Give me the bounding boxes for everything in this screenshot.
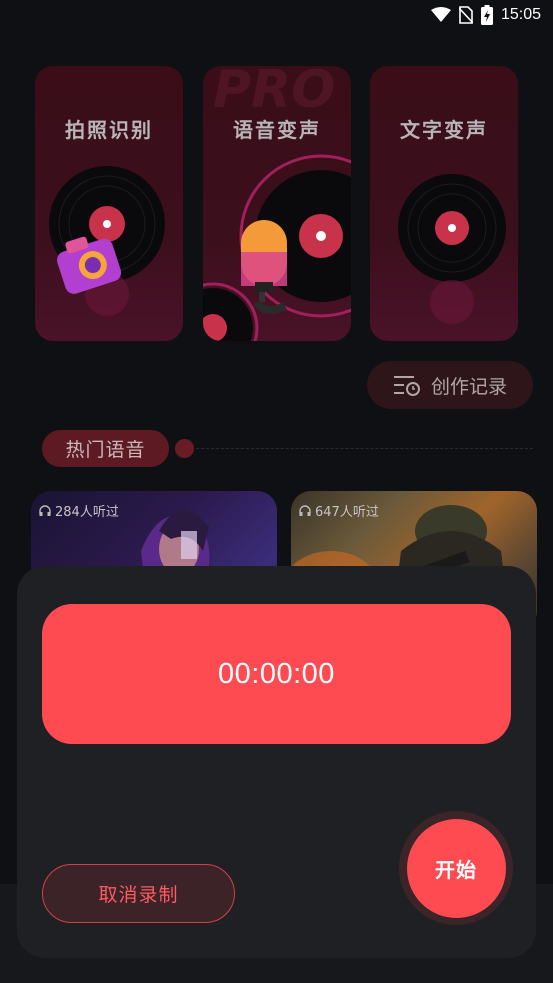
status-bar: 15:05 [0,0,553,32]
list-history-icon [393,376,420,396]
feature-card-text-to-voice[interactable]: 文字变声 [370,66,518,341]
listener-count: 284人听过 [39,501,119,520]
status-icons: 15:05 [430,5,541,25]
creation-record-button[interactable]: 创作记录 [367,361,533,409]
headphones-icon [299,504,311,516]
app-root: 15:05 拍照识别 PRO 语音变声 文字变声 创作记录 热门语音 284人听… [0,0,553,983]
listener-count: 647人听过 [299,501,379,520]
headphones-icon [39,504,51,516]
creation-record-label: 创作记录 [430,375,507,398]
feature-card-photo-recognition[interactable]: 拍照识别 [35,66,183,341]
listener-count-text: 647人听过 [315,505,379,520]
recorder-bottom-sheet: 00:00:00 取消录制 开始 [17,566,536,958]
cancel-recording-button[interactable]: 取消录制 [42,864,235,923]
listener-count-text: 284人听过 [55,505,119,520]
start-recording-button[interactable]: 开始 [406,818,506,918]
hot-voices-title: 热门语音 [42,430,169,467]
card-title: 语音变声 [233,118,321,142]
wifi-icon [430,7,451,22]
card-title: 文字变声 [400,118,488,142]
feature-card-voice-change[interactable]: PRO 语音变声 [203,66,351,341]
microphone-icon [241,220,287,315]
clock-time: 15:05 [500,6,541,23]
timer-display: 00:00:00 [42,604,511,744]
section-divider [196,448,533,449]
camera-icon [57,236,122,294]
card-title: 拍照识别 [65,118,153,142]
no-sim-icon [458,6,473,24]
start-button-ring: 开始 [399,811,513,925]
vinyl-record-icon [398,174,506,324]
battery-charging-icon [480,5,493,25]
section-dot [175,439,194,458]
timer-text: 00:00:00 [218,657,335,690]
